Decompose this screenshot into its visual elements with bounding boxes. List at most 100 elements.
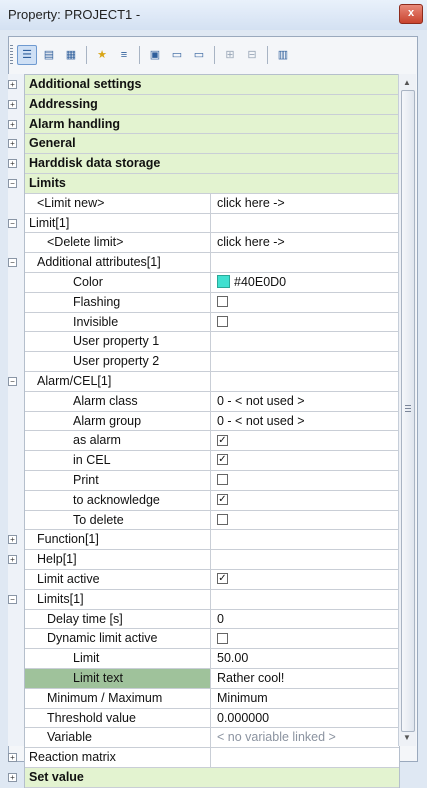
property-value-cell[interactable]: Rather cool! xyxy=(212,669,399,688)
category-row[interactable]: + Alarm handling xyxy=(8,114,399,135)
category-row[interactable]: + Harddisk data storage xyxy=(8,154,399,174)
collapse-icon[interactable]: − xyxy=(8,594,17,604)
color-swatch-icon[interactable] xyxy=(217,275,230,289)
expand-icon[interactable]: + xyxy=(8,80,17,89)
scroll-down-icon[interactable]: ▼ xyxy=(403,733,411,742)
property-row[interactable]: <Limit new> click here -> xyxy=(25,193,399,214)
property-value-cell[interactable] xyxy=(212,530,399,549)
scroll-up-icon[interactable]: ▲ xyxy=(403,78,411,87)
property-row[interactable]: to acknowledge ✓ xyxy=(25,490,399,511)
expand-icon[interactable]: + xyxy=(8,772,17,782)
checkbox-checked[interactable]: ✓ xyxy=(217,493,228,505)
category-row[interactable]: + General xyxy=(8,134,399,155)
property-row[interactable]: To delete xyxy=(25,510,399,531)
property-value-cell[interactable] xyxy=(212,214,399,233)
property-row[interactable]: as alarm ✓ xyxy=(25,431,399,452)
property-row[interactable]: Flashing xyxy=(25,292,399,313)
property-value-cell[interactable] xyxy=(212,372,399,391)
expand-icon[interactable]: + xyxy=(8,99,17,109)
collapse-icon[interactable]: − xyxy=(8,218,17,228)
property-row[interactable]: Limit 50.00 xyxy=(25,649,399,669)
property-value-cell[interactable] xyxy=(212,550,399,569)
property-value-cell[interactable]: ✓ xyxy=(212,491,399,510)
property-value-cell[interactable]: 0 - < not used > xyxy=(212,412,399,431)
category-row[interactable]: + Addressing xyxy=(8,94,399,115)
property-value-cell[interactable] xyxy=(212,511,399,530)
checkbox-unchecked[interactable] xyxy=(217,295,228,307)
property-value-cell[interactable]: < no variable linked > xyxy=(212,728,399,747)
property-row[interactable]: − Limit[1] xyxy=(8,213,399,234)
property-value-cell[interactable]: 0 - < not used > xyxy=(212,392,399,411)
expand-icon[interactable]: + xyxy=(8,119,17,129)
checkbox-checked[interactable]: ✓ xyxy=(217,573,228,585)
checkbox-unchecked[interactable] xyxy=(217,474,228,486)
checkbox-unchecked[interactable] xyxy=(217,632,228,644)
grid-page-icon[interactable]: ▦ xyxy=(61,45,81,65)
property-value-cell[interactable] xyxy=(212,590,399,609)
property-row[interactable]: Variable < no variable linked > xyxy=(25,728,399,749)
property-value-cell[interactable]: #40E0D0 xyxy=(212,273,399,292)
collapse-all-icon[interactable]: ⊟ xyxy=(242,45,262,65)
property-value-cell[interactable] xyxy=(212,629,399,648)
expand-icon[interactable]: + xyxy=(8,159,17,169)
category-row[interactable]: − Limits xyxy=(8,173,399,194)
property-row[interactable]: User property 2 xyxy=(25,352,399,372)
property-row[interactable]: Threshold value 0.000000 xyxy=(25,708,399,729)
collapse-icon[interactable]: − xyxy=(8,376,17,386)
collapse-icon[interactable]: − xyxy=(8,178,17,188)
page-icon[interactable]: ▤ xyxy=(39,45,59,65)
property-row[interactable]: Color #40E0D0 xyxy=(25,272,399,293)
expand-all-icon[interactable]: ⊞ xyxy=(220,45,240,65)
property-row[interactable]: + Help[1] xyxy=(8,550,399,570)
property-value-cell[interactable] xyxy=(212,748,399,767)
properties-icon[interactable]: ▥ xyxy=(273,45,293,65)
property-value-cell[interactable]: Minimum xyxy=(212,689,399,708)
property-value-cell[interactable]: 0.000000 xyxy=(212,709,399,728)
categorized-view-icon[interactable]: ☰ xyxy=(17,45,37,65)
expand-icon[interactable]: + xyxy=(8,139,17,149)
property-value-cell[interactable]: ✓ xyxy=(212,451,399,470)
expand-icon[interactable]: + xyxy=(8,753,17,763)
close-button[interactable]: x xyxy=(399,4,423,24)
property-value-cell[interactable] xyxy=(212,332,399,351)
checkbox-checked[interactable]: ✓ xyxy=(217,434,228,446)
property-value-cell[interactable]: ✓ xyxy=(212,570,399,589)
property-row[interactable]: Dynamic limit active xyxy=(25,629,399,650)
property-value-cell[interactable]: click here -> xyxy=(212,194,399,213)
expand-icon[interactable]: + xyxy=(8,535,17,545)
property-value-cell[interactable] xyxy=(212,293,399,312)
window-icon[interactable]: ▣ xyxy=(145,45,165,65)
property-value-cell[interactable] xyxy=(212,352,399,371)
favorite-star-icon[interactable]: ★ xyxy=(92,45,112,65)
property-row[interactable]: Alarm group 0 - < not used > xyxy=(25,411,399,432)
property-value-cell[interactable] xyxy=(212,471,399,490)
property-row[interactable]: − Additional attributes[1] xyxy=(8,253,399,273)
property-value-cell[interactable]: click here -> xyxy=(212,233,399,252)
property-row[interactable]: Alarm class 0 - < not used > xyxy=(25,391,399,412)
frame-icon[interactable]: ▭ xyxy=(189,45,209,65)
category-row[interactable]: + Set value xyxy=(8,767,399,788)
property-row[interactable]: Limit active ✓ xyxy=(25,569,399,590)
panel-icon[interactable]: ▭ xyxy=(167,45,187,65)
property-row[interactable]: + Reaction matrix xyxy=(8,748,399,768)
property-row[interactable]: <Delete limit> click here -> xyxy=(25,233,399,254)
property-value-cell[interactable]: ✓ xyxy=(212,431,399,450)
property-row[interactable]: Limit text Rather cool! xyxy=(25,668,399,689)
property-value-cell[interactable]: 0 xyxy=(212,610,399,629)
property-row[interactable]: User property 1 xyxy=(25,332,399,353)
property-row[interactable]: Print xyxy=(25,470,399,491)
checkbox-unchecked[interactable] xyxy=(217,513,228,525)
checkbox-checked[interactable]: ✓ xyxy=(217,454,228,466)
checkbox-unchecked[interactable] xyxy=(217,315,228,327)
property-row[interactable]: − Limits[1] xyxy=(8,589,399,610)
property-row[interactable]: in CEL ✓ xyxy=(25,451,399,471)
category-row[interactable]: + Additional settings xyxy=(8,75,399,95)
property-row[interactable]: + Function[1] xyxy=(8,530,399,551)
property-row[interactable]: − Alarm/CEL[1] xyxy=(8,371,399,392)
collapse-icon[interactable]: − xyxy=(8,258,17,268)
scrollbar-thumb[interactable] xyxy=(401,90,415,732)
property-value-cell[interactable] xyxy=(212,253,399,272)
property-row[interactable]: Minimum / Maximum Minimum xyxy=(25,688,399,709)
property-value-cell[interactable] xyxy=(212,313,399,332)
property-value-cell[interactable]: 50.00 xyxy=(212,649,399,668)
